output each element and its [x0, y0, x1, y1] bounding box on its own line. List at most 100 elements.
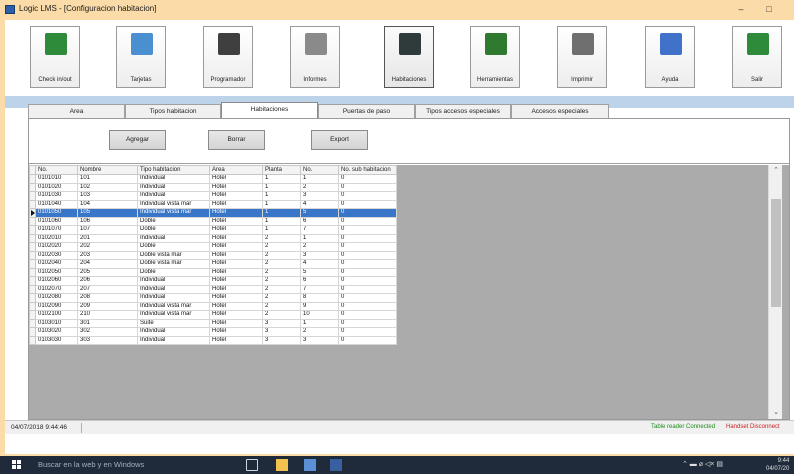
table-cell[interactable]: 0: [338, 174, 397, 184]
table-cell[interactable]: 0102090: [35, 301, 78, 311]
table-cell[interactable]: 303: [77, 335, 138, 345]
delete-button[interactable]: Borrar: [208, 130, 265, 150]
table-cell[interactable]: 203: [77, 250, 138, 260]
table-cell[interactable]: 0: [338, 267, 397, 277]
table-cell[interactable]: Individual vista mar: [137, 199, 210, 209]
table-cell[interactable]: 6: [300, 276, 339, 286]
table-row[interactable]: 0101070 107 Doble Hotel 1 7 0: [29, 225, 397, 235]
table-cell[interactable]: Individual: [137, 233, 210, 243]
table-cell[interactable]: Hotel: [209, 250, 263, 260]
app-taskbar-icon[interactable]: [304, 459, 316, 471]
table-cell[interactable]: 0: [338, 225, 397, 235]
table-cell[interactable]: Doble: [137, 216, 210, 226]
table-row[interactable]: 0101020 102 Individual Hotel 1 2 0: [29, 182, 397, 192]
tool-imprimir-button[interactable]: Imprimir: [557, 26, 607, 88]
table-row[interactable]: 0101060 106 Doble Hotel 1 6 0: [29, 216, 397, 226]
table-cell[interactable]: Hotel: [209, 301, 263, 311]
table-cell[interactable]: 205: [77, 267, 138, 277]
tool-informes-button[interactable]: Informes: [290, 26, 340, 88]
table-cell[interactable]: 0: [338, 301, 397, 311]
windows-start-icon[interactable]: [12, 460, 22, 470]
row-selector[interactable]: [29, 335, 36, 345]
row-selector[interactable]: [29, 259, 36, 269]
table-row[interactable]: 0101040 104 Individual vista mar Hotel 1 4 0: [29, 199, 397, 209]
table-cell[interactable]: 3: [262, 327, 301, 337]
table-row[interactable]: 0103030 303 Individual Hotel 3 3 0: [29, 335, 397, 345]
system-tray-icons[interactable]: ⌃ ▬ ⌀ ◁× ▤: [682, 460, 723, 468]
table-cell[interactable]: 0102070: [35, 284, 78, 294]
table-cell[interactable]: 3: [262, 318, 301, 328]
table-cell[interactable]: 105: [77, 208, 138, 218]
table-cell[interactable]: 10: [300, 310, 339, 320]
table-cell[interactable]: 202: [77, 242, 138, 252]
table-cell[interactable]: 0102040: [35, 259, 78, 269]
table-cell[interactable]: 102: [77, 182, 138, 192]
table-row[interactable]: 0102050 205 Doble Hotel 2 5 0: [29, 267, 397, 277]
row-selector[interactable]: [29, 267, 36, 277]
table-cell[interactable]: 0: [338, 310, 397, 320]
table-cell[interactable]: 206: [77, 276, 138, 286]
table-cell[interactable]: Hotel: [209, 208, 263, 218]
table-cell[interactable]: 0102050: [35, 267, 78, 277]
table-row[interactable]: 0101010 101 Individual Hotel 1 1 0: [29, 174, 397, 184]
table-cell[interactable]: 2: [300, 182, 339, 192]
tab-tipos-accesos-especiales[interactable]: Tipos accesos especiales: [415, 104, 511, 118]
table-cell[interactable]: 1: [262, 216, 301, 226]
row-selector[interactable]: [29, 284, 36, 294]
table-cell[interactable]: 103: [77, 191, 138, 201]
table-cell[interactable]: 1: [262, 174, 301, 184]
table-cell[interactable]: 0101030: [35, 191, 78, 201]
table-cell[interactable]: 2: [262, 242, 301, 252]
table-cell[interactable]: 0: [338, 293, 397, 303]
table-cell[interactable]: 8: [300, 293, 339, 303]
table-row[interactable]: 0102030 203 Doble vista mar Hotel 2 3 0: [29, 250, 397, 260]
table-cell[interactable]: 0102080: [35, 293, 78, 303]
taskbar-clock[interactable]: 9:44 04/07/20: [766, 457, 789, 473]
table-cell[interactable]: 0: [338, 191, 397, 201]
table-cell[interactable]: 0: [338, 250, 397, 260]
table-cell[interactable]: 0102010: [35, 233, 78, 243]
table-cell[interactable]: 1: [262, 191, 301, 201]
table-cell[interactable]: 104: [77, 199, 138, 209]
tab-area[interactable]: Area: [28, 104, 125, 118]
table-cell[interactable]: 0101020: [35, 182, 78, 192]
vertical-scrollbar[interactable]: ⌃ ⌄: [768, 165, 782, 419]
table-cell[interactable]: 2: [262, 293, 301, 303]
scroll-thumb[interactable]: [771, 199, 781, 307]
file-explorer-icon[interactable]: [276, 459, 288, 471]
row-selector[interactable]: [29, 216, 36, 226]
tool-tarjetas-button[interactable]: Tarjetas: [116, 26, 166, 88]
table-cell[interactable]: 1: [300, 233, 339, 243]
table-row[interactable]: 0102100 210 Individual vista mar Hotel 2 10 0: [29, 310, 397, 320]
tool-herramientas-button[interactable]: Herramientas: [470, 26, 520, 88]
table-cell[interactable]: 1: [262, 182, 301, 192]
tool-programador-button[interactable]: Programador: [203, 26, 253, 88]
table-row[interactable]: 0103020 302 Individual Hotel 3 2 0: [29, 327, 397, 337]
table-cell[interactable]: 3: [262, 335, 301, 345]
table-cell[interactable]: 0: [338, 276, 397, 286]
table-cell[interactable]: 5: [300, 208, 339, 218]
row-selector[interactable]: [29, 225, 36, 235]
table-cell[interactable]: 0: [338, 233, 397, 243]
table-cell[interactable]: 0103010: [35, 318, 78, 328]
task-view-icon[interactable]: [246, 459, 258, 471]
table-cell[interactable]: 2: [262, 284, 301, 294]
table-cell[interactable]: 0101040: [35, 199, 78, 209]
table-cell[interactable]: Hotel: [209, 284, 263, 294]
row-selector[interactable]: [29, 250, 36, 260]
table-cell[interactable]: Hotel: [209, 225, 263, 235]
add-button[interactable]: Agregar: [109, 130, 166, 150]
table-cell[interactable]: Hotel: [209, 174, 263, 184]
table-row[interactable]: 0102020 202 Doble Hotel 2 2 0: [29, 242, 397, 252]
table-cell[interactable]: Hotel: [209, 199, 263, 209]
table-cell[interactable]: 204: [77, 259, 138, 269]
table-cell[interactable]: Individual: [137, 182, 210, 192]
table-cell[interactable]: 2: [300, 242, 339, 252]
row-selector[interactable]: [29, 301, 36, 311]
table-cell[interactable]: 0: [338, 318, 397, 328]
table-cell[interactable]: Individual: [137, 191, 210, 201]
table-row[interactable]: 0102090 209 Individual vista mar Hotel 2 9 0: [29, 301, 397, 311]
table-cell[interactable]: 2: [300, 327, 339, 337]
tab-habitaciones[interactable]: Habitaciones: [221, 102, 318, 118]
row-selector[interactable]: [29, 293, 36, 303]
